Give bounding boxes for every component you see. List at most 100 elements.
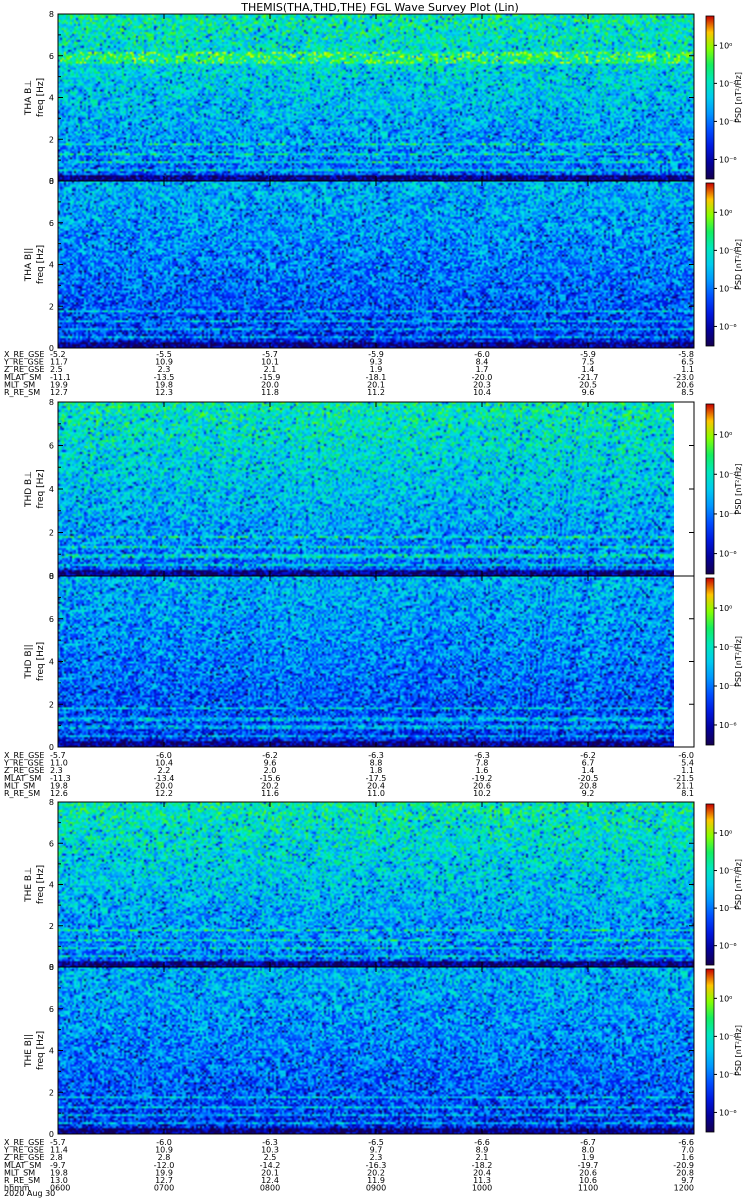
ephemeris-value: 1200: [674, 1184, 694, 1193]
ephemeris-value: 0800: [260, 1184, 280, 1193]
ephemeris-block: X_RE_GSE -5.7 -6.0 -6.3 -6.5 -6.6 -6.7 -6.6Y_RE…: [3, 1138, 694, 1193]
ephemeris-value: 12.3: [155, 388, 173, 397]
ephemeris-value: 12.6: [50, 789, 68, 798]
ephemeris-value: 0700: [154, 1184, 174, 1193]
y-tick-label: 6: [49, 52, 54, 61]
colorbar-tick-label: 10⁰: [719, 829, 732, 838]
spectrogram-panel-the-bpar: 02468THE B|| freq [Hz]10⁰10⁻²10⁻⁴10⁻⁶PSD …: [24, 963, 743, 1139]
spectrogram-panel-the-bperp: 02468THE B⊥ freq [Hz]10⁰10⁻²10⁻⁴10⁻⁶PSD […: [24, 798, 743, 972]
spectrogram-panel-tha-bpar: 02468THA B|| freq [Hz]10⁰10⁻²10⁻⁴10⁻⁶PSD …: [24, 177, 743, 353]
y-tick-label: 2: [49, 922, 54, 931]
y-tick-label: 8: [49, 963, 54, 972]
y-tick-label: 4: [49, 658, 54, 667]
y-tick-label: 8: [49, 398, 54, 407]
colorbar-tick-label: 10⁻⁶: [719, 550, 737, 559]
y-tick-label: 4: [49, 1047, 54, 1056]
spectrogram-image: [58, 14, 694, 181]
y-tick-label: 6: [49, 839, 54, 848]
ephemeris-value: 11.2: [367, 388, 385, 397]
plot-title: THEMIS(THA,THD,THE) FGL Wave Survey Plot…: [240, 1, 519, 14]
ephemeris-value: 1000: [472, 1184, 492, 1193]
ephemeris-block: X_RE_GSE -5.7 -6.0 -6.2 -6.3 -6.3 -6.2 -6.0Y_RE…: [3, 751, 694, 798]
colorbar-label: PSD [nT²/Hz]: [734, 1025, 743, 1076]
colorbar-tick-label: 10⁰: [719, 994, 732, 1003]
themis-wave-survey-plot: THEMIS(THA,THD,THE) FGL Wave Survey Plot…: [3, 1, 743, 1198]
colorbar-tick-label: 10⁰: [719, 208, 732, 217]
ephemeris-value: 11.0: [367, 789, 385, 798]
colorbar: [705, 577, 715, 746]
colorbar-label: PSD [nT²/Hz]: [734, 239, 743, 290]
y-tick-label: 8: [49, 798, 54, 807]
ephemeris-row-label: R_RE_SM: [4, 789, 40, 798]
colorbar: [705, 403, 715, 575]
colorbar-tick-label: 10⁰: [719, 604, 732, 613]
colorbar-tick-label: 10⁰: [719, 431, 732, 440]
y-tick-label: 6: [49, 219, 54, 228]
ephemeris-block: X_RE_GSE -5.2 -5.5 -5.7 -5.9 -6.0 -5.9 -5.8Y_RE…: [3, 350, 694, 397]
ephemeris-value: 11.8: [261, 388, 279, 397]
ephemeris-value: 10.4: [473, 388, 491, 397]
colorbar-tick-label: 10⁻⁶: [719, 322, 737, 331]
y-tick-label: 2: [49, 700, 54, 709]
ephemeris-value: 10.2: [473, 789, 491, 798]
ephemeris-value: 1100: [578, 1184, 598, 1193]
ephemeris-value: 12.2: [155, 789, 173, 798]
ephemeris-value: 8.1: [681, 789, 694, 798]
panel-ylabel-freq: freq [Hz]: [36, 245, 46, 284]
spectrogram-image: [58, 967, 694, 1134]
panel-ylabel: THD B⊥: [24, 471, 34, 508]
spectrogram-image: [58, 802, 694, 967]
y-tick-label: 8: [49, 572, 54, 581]
date-label: 2020 Aug 30: [4, 1189, 55, 1198]
colorbar-tick-label: 10⁻⁶: [719, 155, 737, 164]
colorbar: [705, 968, 715, 1133]
spectrogram-panel-thd-bperp: 02468THD B⊥ freq [Hz]10⁰10⁻²10⁻⁴10⁻⁶PSD […: [24, 398, 743, 581]
panel-ylabel-freq: freq [Hz]: [36, 469, 46, 508]
colorbar-tick-label: 10⁻⁶: [719, 942, 737, 951]
y-tick-label: 4: [49, 485, 54, 494]
ephemeris-value: 8.5: [681, 388, 694, 397]
y-tick-label: 4: [49, 881, 54, 890]
y-tick-label: 2: [49, 1088, 54, 1097]
y-tick-label: 8: [49, 10, 54, 19]
colorbar-tick-label: 10⁻⁶: [719, 721, 737, 730]
spectrogram-panel-tha-bperp: 02468THA B⊥ freq [Hz]10⁰10⁻²10⁻⁴10⁻⁶PSD […: [24, 10, 743, 186]
colorbar: [705, 803, 715, 966]
y-tick-label: 2: [49, 529, 54, 538]
colorbar-label: PSD [nT²/Hz]: [734, 636, 743, 687]
panel-ylabel: THD B||: [24, 644, 34, 679]
y-tick-label: 2: [49, 302, 54, 311]
ephemeris-value: 12.7: [50, 388, 68, 397]
panel-ylabel-freq: freq [Hz]: [36, 78, 46, 117]
y-tick-label: 2: [49, 135, 54, 144]
panel-ylabel: THE B⊥: [24, 867, 34, 903]
spectrogram-panel-thd-bpar: 02468THD B|| freq [Hz]10⁰10⁻²10⁻⁴10⁻⁶PSD …: [24, 572, 743, 752]
y-tick-label: 4: [49, 261, 54, 270]
y-tick-label: 6: [49, 615, 54, 624]
panel-ylabel: THA B||: [24, 248, 34, 283]
panel-ylabel: THA B⊥: [24, 80, 34, 116]
panel-ylabel-freq: freq [Hz]: [36, 865, 46, 904]
panel-ylabel-freq: freq [Hz]: [36, 1031, 46, 1070]
colorbar-label: PSD [nT²/Hz]: [734, 859, 743, 910]
y-tick-label: 6: [49, 1005, 54, 1014]
colorbar: [705, 15, 715, 180]
y-tick-label: 8: [49, 177, 54, 186]
panel-ylabel-freq: freq [Hz]: [36, 642, 46, 681]
panel-ylabel: THE B||: [24, 1034, 34, 1068]
colorbar-label: PSD [nT²/Hz]: [734, 72, 743, 123]
ephemeris-value: 9.2: [582, 789, 595, 798]
spectrogram-panels: 02468THA B⊥ freq [Hz]10⁰10⁻²10⁻⁴10⁻⁶PSD […: [24, 10, 743, 1139]
colorbar: [705, 182, 715, 347]
spectrogram-image: [58, 402, 674, 576]
colorbar-tick-label: 10⁻⁶: [719, 1108, 737, 1117]
ephemeris-row-label: R_RE_SM: [4, 388, 40, 397]
ephemeris-value: 9.6: [582, 388, 595, 397]
ephemeris-value: 11.6: [261, 789, 279, 798]
colorbar-label: PSD [nT²/Hz]: [734, 464, 743, 515]
spectrogram-image: [58, 576, 674, 747]
y-tick-label: 4: [49, 94, 54, 103]
ephemeris-value: 0900: [366, 1184, 386, 1193]
colorbar-tick-label: 10⁰: [719, 41, 732, 50]
spectrogram-image: [58, 181, 694, 348]
